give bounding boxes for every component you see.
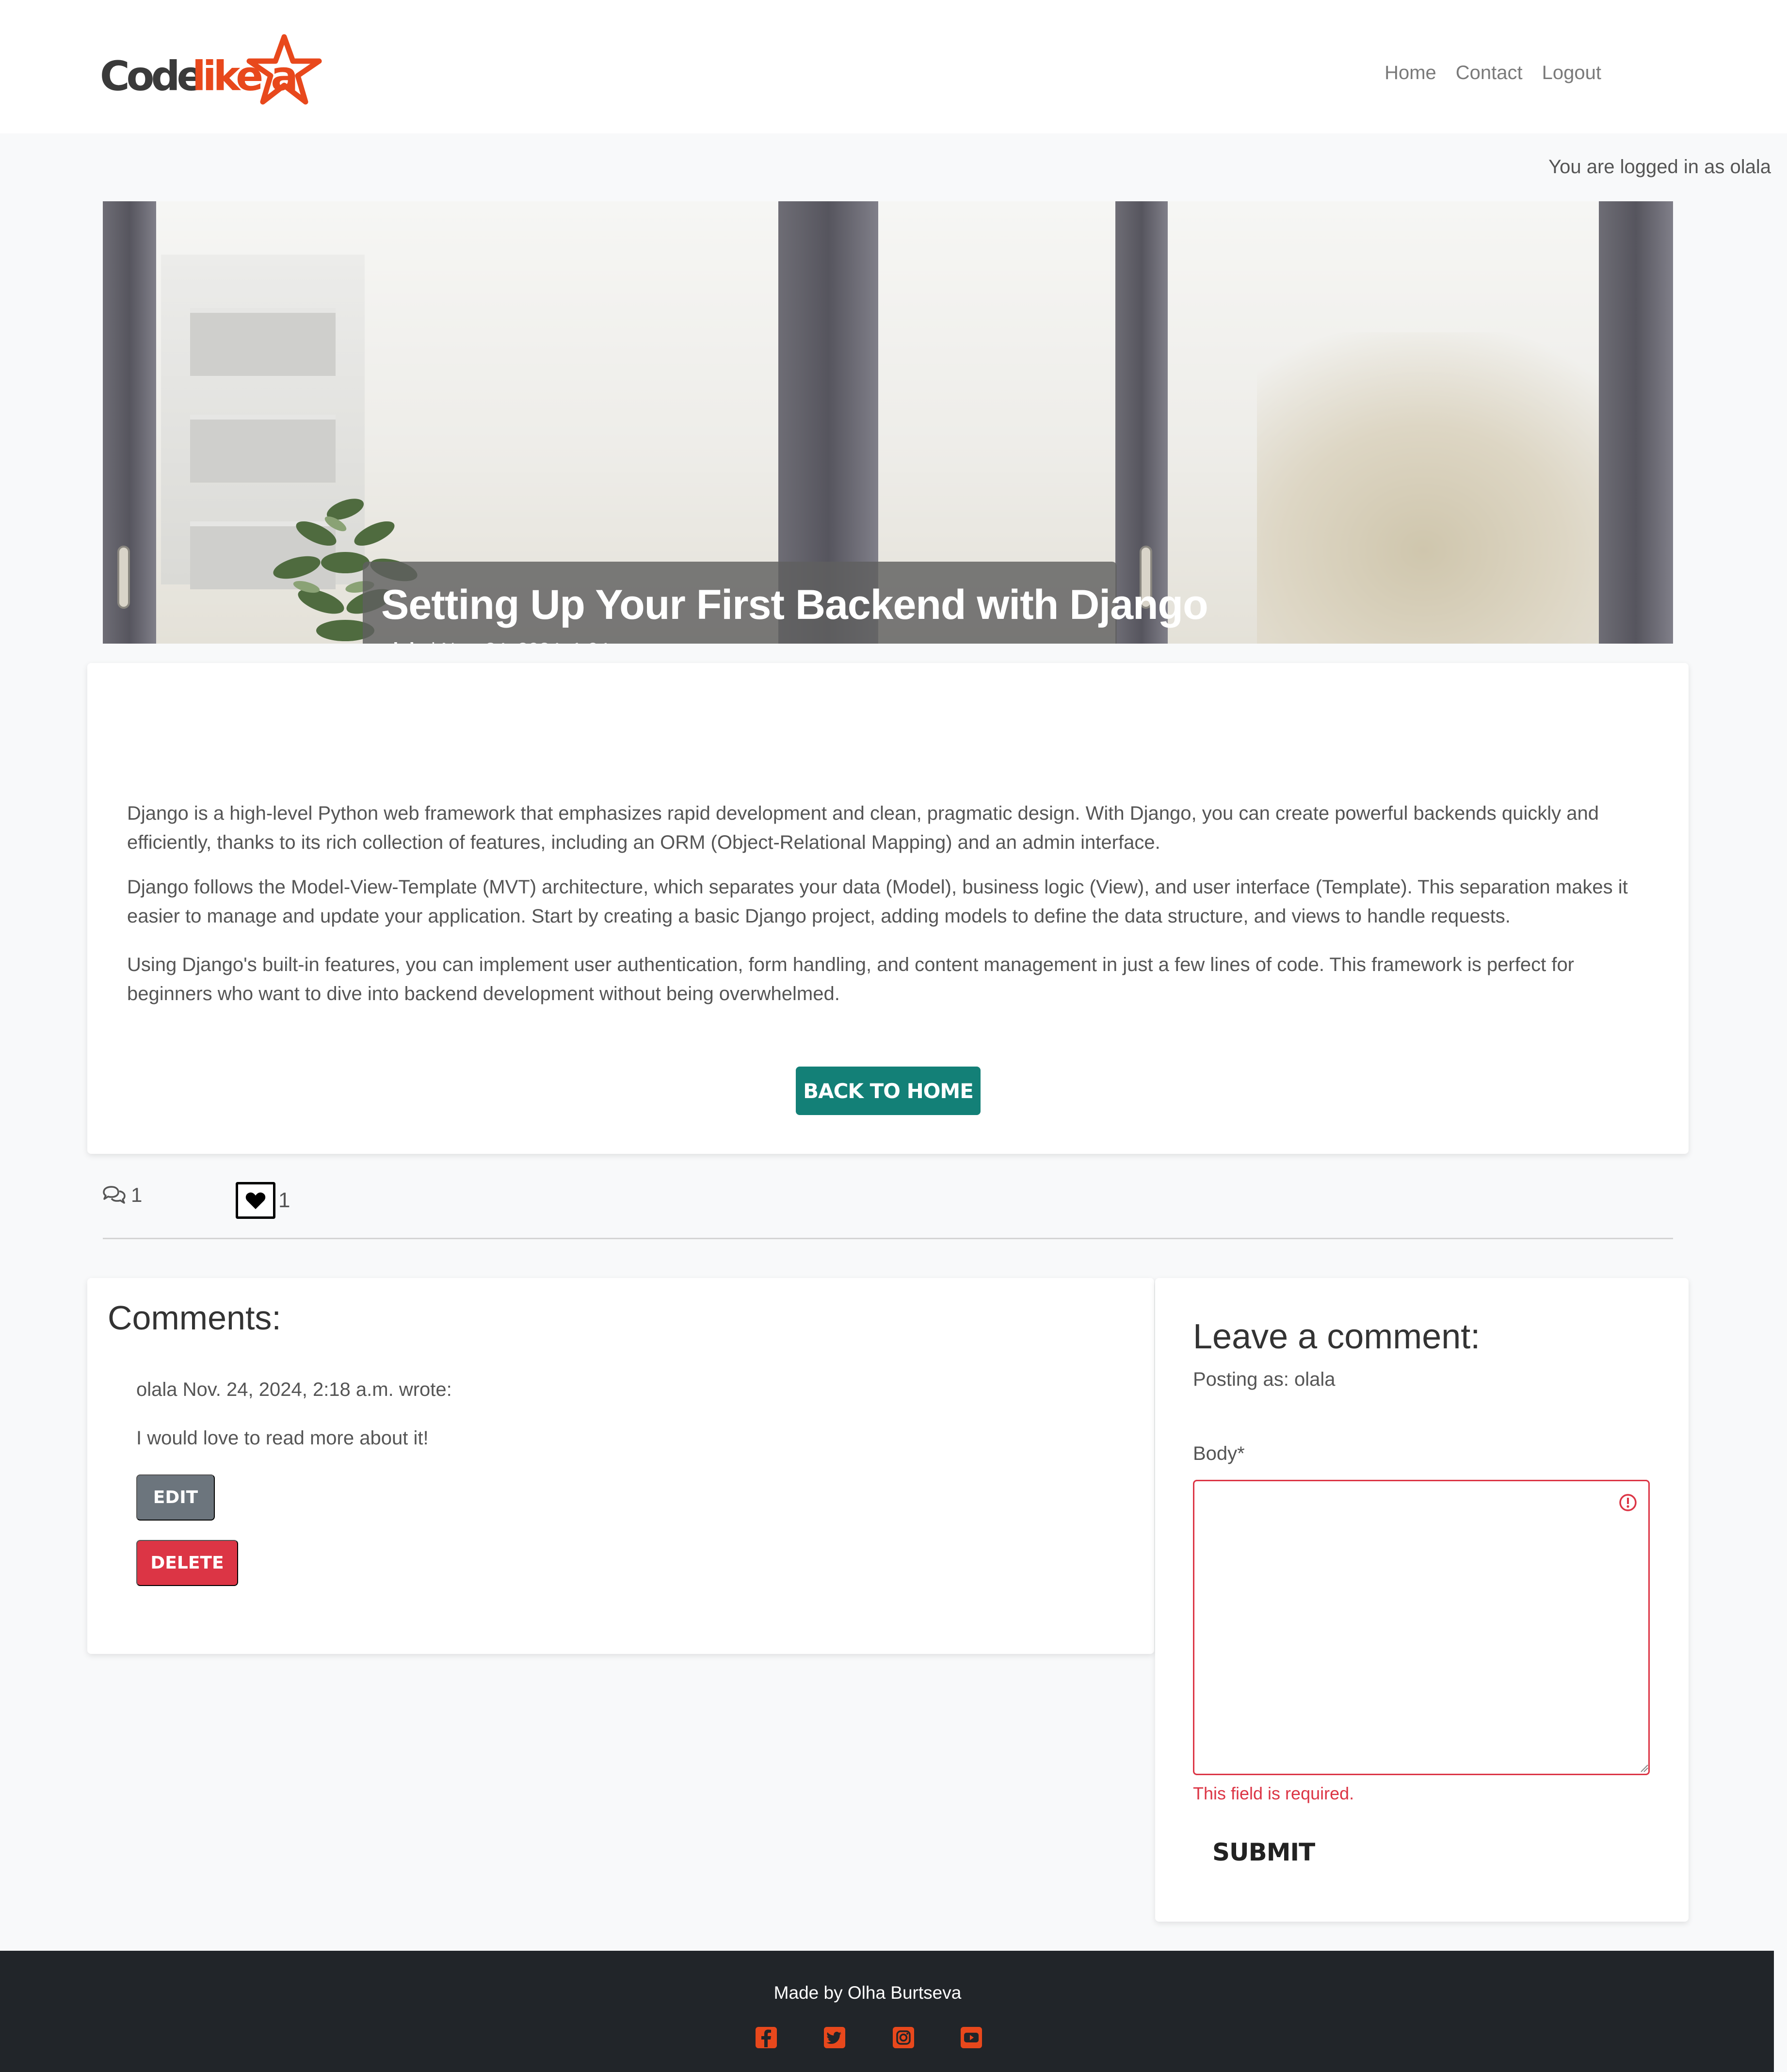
post-author: olala [381, 639, 425, 644]
post-paragraph: Using Django's built-in features, you ca… [127, 954, 1575, 1004]
logo-text-code: Code [100, 52, 204, 100]
comments-card: Comments: olala Nov. 24, 2024, 2:18 a.m.… [87, 1278, 1154, 1654]
navbar: Code like a Home Contact Logout [0, 0, 1787, 133]
delete-comment-button[interactable]: DELETE [136, 1540, 238, 1586]
post-meta: olala | Nov. 24, 2024, 1:04 a.m. [381, 639, 652, 644]
logged-in-status: You are logged in as olala [1548, 156, 1771, 178]
comment-form-card: Leave a comment: Posting as: olala Body*… [1155, 1278, 1689, 1922]
footer-credit: Made by Olha Burtseva [773, 1983, 962, 2003]
instagram-icon[interactable] [892, 2026, 915, 2049]
comment-count-value: 1 [131, 1183, 143, 1206]
youtube-icon[interactable] [960, 2026, 983, 2049]
comment-body-textarea[interactable] [1193, 1480, 1650, 1775]
star-icon [246, 34, 322, 105]
divider [103, 1238, 1673, 1239]
twitter-icon[interactable] [823, 2026, 846, 2049]
comment-meta: olala Nov. 24, 2024, 2:18 a.m. wrote: [136, 1379, 452, 1400]
posting-as-label: Posting as: olala [1193, 1369, 1336, 1390]
comments-title: Comments: [108, 1299, 281, 1337]
facebook-icon[interactable] [755, 2026, 778, 2049]
post-paragraph: Django is a high-level Python web framew… [127, 803, 1599, 853]
post-meta-separator: | [425, 639, 441, 644]
post-date: Nov. 24, 2024, 1:04 a.m. [441, 639, 652, 644]
back-to-home-button[interactable]: BACK TO HOME [796, 1067, 981, 1115]
error-icon [1619, 1494, 1637, 1511]
window-handle [117, 546, 130, 609]
like-button[interactable] [236, 1182, 275, 1219]
comment-count: 1 [102, 1183, 142, 1207]
comment-body: I would love to read more about it! [136, 1427, 429, 1449]
post-paragraph: Django follows the Model-View-Template (… [127, 876, 1628, 927]
heart-icon [245, 1192, 266, 1209]
comment-form-title: Leave a comment: [1193, 1317, 1481, 1356]
submit-button[interactable]: SUBMIT [1212, 1838, 1315, 1866]
main-nav: Home Contact Logout [1385, 62, 1601, 84]
nav-link-home[interactable]: Home [1385, 62, 1436, 84]
post-content-card: Django is a high-level Python web framew… [87, 663, 1689, 1154]
nav-link-contact[interactable]: Contact [1456, 62, 1523, 84]
resize-handle-icon[interactable] [1639, 1763, 1649, 1773]
footer: Made by Olha Burtseva [0, 1951, 1774, 2072]
post-title-card: Setting Up Your First Backend with Djang… [363, 562, 1208, 644]
like-count: 1 [278, 1188, 290, 1212]
comments-icon [103, 1186, 126, 1204]
site-logo[interactable]: Code like a [100, 34, 323, 107]
edit-comment-button[interactable]: EDIT [136, 1474, 215, 1521]
nav-link-logout[interactable]: Logout [1542, 62, 1601, 84]
post-title: Setting Up Your First Backend with Djang… [381, 582, 1208, 628]
field-error-message: This field is required. [1193, 1783, 1354, 1803]
body-field-label: Body* [1193, 1443, 1245, 1464]
window-frame [1599, 201, 1673, 644]
post-hero-image: Setting Up Your First Backend with Djang… [103, 201, 1673, 644]
